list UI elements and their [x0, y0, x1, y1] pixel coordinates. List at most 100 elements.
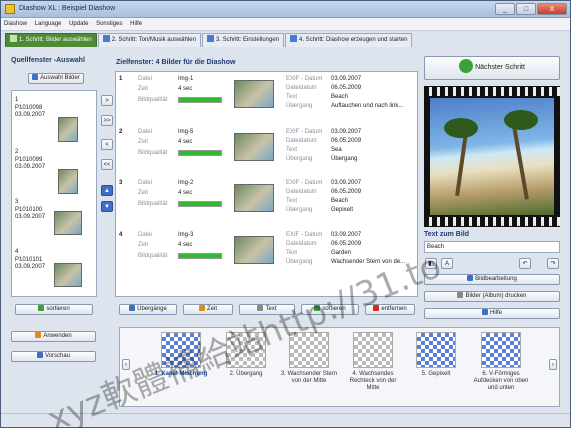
- preview-button[interactable]: Vorschau: [11, 351, 96, 362]
- palm-leaves: [504, 110, 538, 130]
- button-label: Auswahl Bilder: [40, 75, 80, 81]
- tab-label: 1. Schritt: Bilder auswählen: [19, 37, 92, 43]
- row-number: 3: [119, 180, 123, 186]
- transition-icon: [129, 305, 136, 311]
- move-down-button[interactable]: ▼: [101, 201, 113, 212]
- target-row[interactable]: 2 Datei Img-5 Zeit 4 sec Bildqualität EXIF…: [116, 127, 417, 179]
- row-time: 4 sec: [178, 242, 193, 248]
- transition-label: 6. V-Förmiges Aufdecken von oben und unt…: [473, 371, 529, 391]
- thumbnail: [58, 169, 78, 194]
- row-exif: 03.09.2007: [331, 76, 362, 82]
- row-exif: 03.09.2007: [331, 129, 362, 135]
- button-label: Übergänge: [137, 306, 167, 312]
- transition-item[interactable]: 4. Wachsendes Rechteck von der Mitte: [343, 332, 403, 402]
- add-one-button[interactable]: >: [101, 95, 113, 106]
- thumbnail: [54, 263, 82, 287]
- thumbnail: [58, 117, 78, 142]
- select-images-button[interactable]: Auswahl Bilder: [28, 73, 84, 84]
- transition-item[interactable]: 5. Gepixelt: [406, 332, 466, 402]
- row-file: Img-5: [178, 129, 194, 135]
- row-text: Beach: [331, 94, 349, 100]
- menu-diashow[interactable]: Diashow: [1, 18, 30, 31]
- step-tabs: 1. Schritt: Bilder auswählen 2. Schritt: …: [5, 33, 413, 47]
- target-row[interactable]: 3 Datei Img-2 Zeit 4 sec Bildqualität EXIF…: [116, 178, 417, 230]
- close-button[interactable]: X: [537, 3, 567, 15]
- item-file: P1010100: [15, 207, 43, 213]
- tab-label: 3. Schritt: Einstellungen: [215, 37, 280, 43]
- thumbnail: [234, 236, 274, 264]
- row-exif: 03.09.2007: [331, 232, 362, 238]
- source-sort-button[interactable]: sortieren: [15, 304, 93, 315]
- tab-step-3[interactable]: 3. Schritt: Einstellungen: [201, 33, 285, 47]
- source-list[interactable]: 1 P1010098 03.09.2007 2 P1010099 03.09.2…: [11, 90, 97, 297]
- transitions-button[interactable]: Übergänge: [119, 304, 177, 315]
- step-icon: [290, 35, 298, 42]
- thumbnail: [234, 133, 274, 161]
- row-transition: Gepixelt: [331, 207, 354, 213]
- transition-label: 4. Wachsendes Rechteck von der Mitte: [349, 371, 397, 391]
- folder-icon: [32, 74, 39, 80]
- rotate-left-icon[interactable]: ↶: [519, 258, 531, 269]
- field-label: EXIF - Datum: [286, 76, 323, 82]
- next-arrow-icon: [459, 59, 474, 73]
- clock-icon: [198, 305, 205, 311]
- rotate-right-icon[interactable]: ↷: [547, 258, 559, 269]
- button-label: Vorschau: [44, 353, 71, 359]
- field-label: Text: [286, 94, 298, 100]
- move-up-button[interactable]: ▲: [101, 185, 113, 196]
- next-step-button[interactable]: Nächster Schritt: [424, 56, 560, 80]
- row-file: Img-3: [178, 232, 194, 238]
- field-label: Datei: [138, 129, 153, 135]
- maximize-button[interactable]: □: [516, 3, 536, 15]
- image-text-input[interactable]: Beach: [424, 241, 560, 253]
- font-icon[interactable]: A: [441, 258, 453, 269]
- transition-preview: [481, 332, 521, 368]
- field-label: Datei: [138, 232, 153, 238]
- remove-all-button[interactable]: <<: [101, 159, 113, 170]
- app-window: Diashow XL : Beispiel Diashow _ □ X Dias…: [0, 0, 571, 428]
- button-label: Nächster Schritt: [475, 64, 525, 71]
- apply-button[interactable]: Anwenden: [11, 331, 96, 342]
- transition-preview: [353, 332, 393, 368]
- row-text: Sea: [331, 147, 342, 153]
- field-label: Dateidatum: [286, 189, 317, 195]
- row-number: 1: [119, 76, 123, 82]
- target-row[interactable]: 1 Datei Img-1 Zeit 4 sec Bildqualität EXIF…: [116, 74, 417, 126]
- help-icon: [481, 309, 488, 315]
- field-label: Datei: [138, 76, 153, 82]
- row-filedate: 06.05.2009: [331, 138, 362, 144]
- menu-hilfe[interactable]: Hilfe: [127, 18, 145, 31]
- scroll-right-icon[interactable]: ›: [549, 359, 557, 370]
- remove-one-button[interactable]: <: [101, 139, 113, 150]
- tab-step-4[interactable]: 4. Schritt: Diashow erzeugen und starten: [285, 33, 413, 47]
- field-label: Zeit: [138, 139, 149, 145]
- quality-bar: [178, 253, 222, 259]
- transition-label: 2. Übergang: [229, 371, 263, 377]
- tab-step-1[interactable]: 1. Schritt: Bilder auswählen: [5, 33, 97, 47]
- thumbnail: [234, 80, 274, 108]
- field-label: Text: [286, 250, 298, 256]
- title-bar: Diashow XL : Beispiel Diashow _ □ X: [1, 1, 570, 18]
- minimize-button[interactable]: _: [495, 3, 515, 15]
- menu-sonstiges[interactable]: Sonstiges: [93, 18, 125, 31]
- row-exif: 03.09.2007: [331, 180, 362, 186]
- image-preview: [424, 86, 560, 227]
- transition-label: 3. Wachsender Stern von der Mitte: [280, 371, 338, 384]
- menu-language[interactable]: Language: [32, 18, 65, 31]
- help-button[interactable]: Hilfe: [424, 308, 560, 319]
- item-number: 2: [15, 149, 19, 155]
- transition-item[interactable]: 6. V-Förmiges Aufdecken von oben und unt…: [471, 332, 531, 402]
- tab-step-2[interactable]: 2. Schritt: Ton/Musik auswählen: [97, 33, 201, 47]
- time-button[interactable]: Zeit: [183, 304, 233, 315]
- add-all-button[interactable]: >>: [101, 115, 113, 126]
- button-label: Bilder (Album) drucken: [465, 293, 527, 299]
- field-label: Übergang: [286, 207, 313, 213]
- item-file: P1010098: [15, 105, 43, 111]
- quality-bar: [178, 97, 222, 103]
- button-label: sortieren: [46, 306, 70, 312]
- field-label: Bildqualität: [138, 150, 168, 156]
- source-item[interactable]: 4 P1010101 03.09.2007: [12, 249, 96, 296]
- item-number: 4: [15, 249, 19, 255]
- menu-update[interactable]: Update: [66, 18, 91, 31]
- print-album-button[interactable]: Bilder (Album) drucken: [424, 291, 560, 302]
